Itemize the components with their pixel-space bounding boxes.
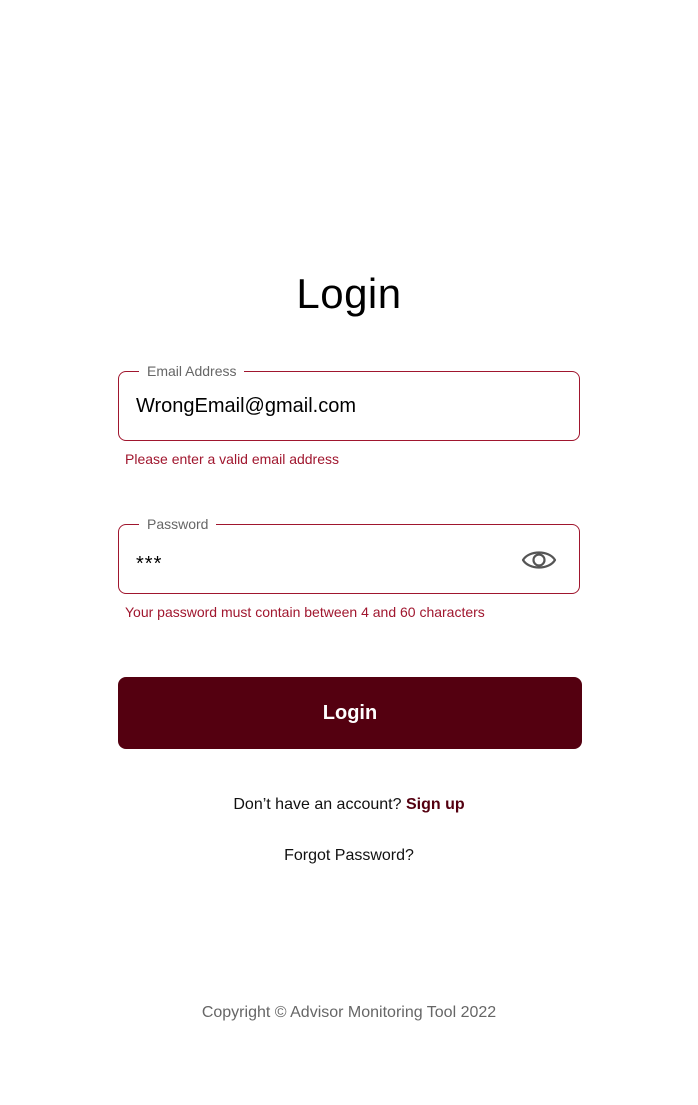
password-field-label: Password: [139, 516, 217, 532]
email-input[interactable]: WrongEmail@gmail.com: [136, 394, 356, 418]
login-button[interactable]: Login: [118, 677, 582, 749]
copyright-word: Copyright: [201, 1004, 271, 1021]
password-field[interactable]: Password ***: [118, 516, 580, 594]
forgot-password-row: Forgot Password?: [0, 846, 698, 866]
email-error-message: Please enter a valid email address: [125, 451, 340, 467]
eye-icon[interactable]: [521, 547, 557, 573]
signup-link[interactable]: Sign up: [406, 796, 465, 813]
copyright-owner: Advisor Monitoring Tool 2022: [290, 1004, 497, 1021]
copyright-icon: ©: [274, 1004, 287, 1021]
signup-row: Don’t have an account? Sign up: [0, 795, 698, 815]
page-title: Login: [296, 270, 402, 317]
signup-prompt: Don’t have an account?: [233, 796, 402, 813]
footer-copyright: Copyright © Advisor Monitoring Tool 2022: [0, 1003, 698, 1023]
password-input[interactable]: ***: [136, 552, 162, 576]
forgot-password-link[interactable]: Forgot Password?: [284, 847, 414, 864]
password-error-message: Your password must contain between 4 and…: [125, 604, 485, 620]
email-field-label: Email Address: [139, 363, 245, 379]
email-field[interactable]: Email Address WrongEmail@gmail.com: [118, 363, 580, 441]
